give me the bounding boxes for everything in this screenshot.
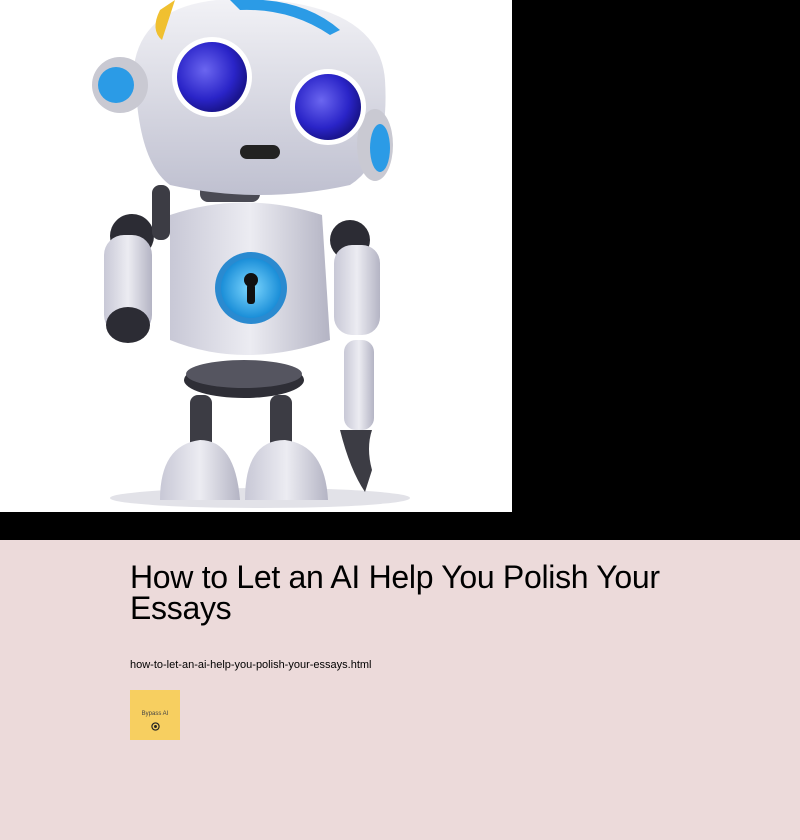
page-title: How to Let an AI Help You Polish Your Es…: [130, 559, 660, 626]
robot-illustration: [0, 0, 512, 512]
bypass-ai-badge[interactable]: Bypass AI: [130, 690, 180, 740]
hero-banner: [0, 0, 800, 540]
badge-label: Bypass AI: [141, 711, 169, 717]
target-icon: [150, 722, 160, 731]
article-filename-link[interactable]: how-to-let-an-ai-help-you-polish-your-es…: [130, 659, 371, 671]
robot-image: [92, 0, 410, 508]
article-section: How to Let an AI Help You Polish Your Es…: [0, 540, 800, 840]
